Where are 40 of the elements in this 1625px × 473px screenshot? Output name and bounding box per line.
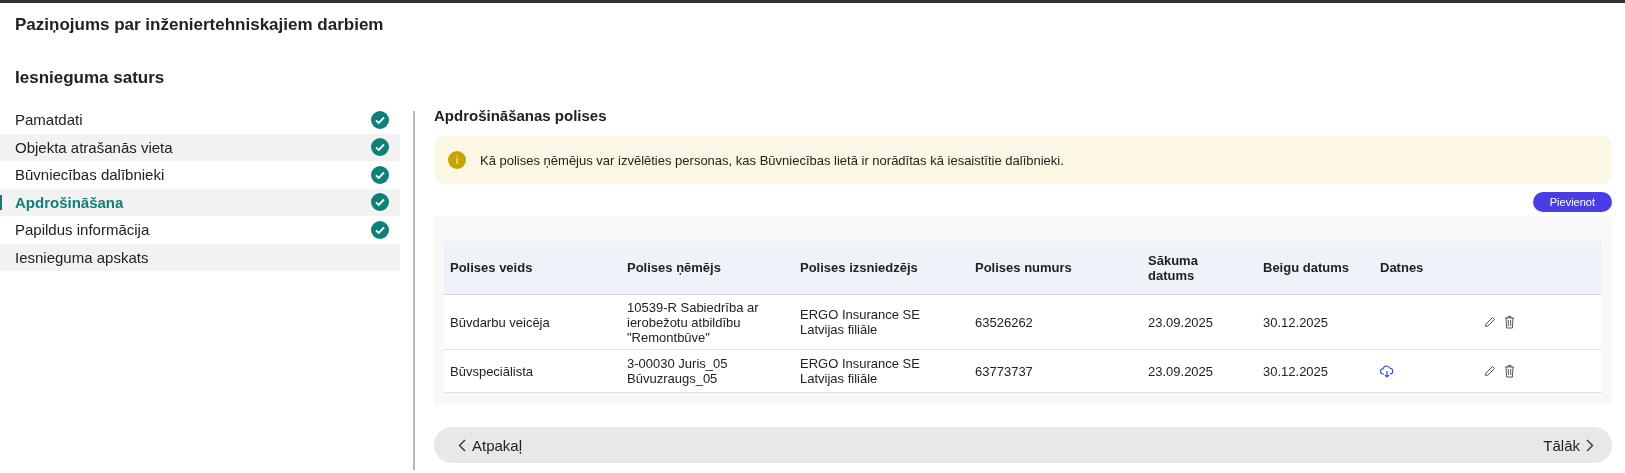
column-header: Beigu datums bbox=[1262, 260, 1350, 275]
sidebar-item[interactable]: Būvniecības dalībnieki bbox=[0, 161, 400, 189]
edit-icon[interactable] bbox=[1484, 365, 1496, 377]
table-cell-text: 63526262 bbox=[974, 314, 1034, 330]
edit-icon[interactable] bbox=[1484, 316, 1496, 328]
column-header: Sākuma datums bbox=[1147, 252, 1199, 283]
column-header: Datnes bbox=[1379, 260, 1425, 275]
table-cell-text: ERGO Insurance SE Latvijas filiāle bbox=[799, 356, 921, 386]
table-cell-text: Būvdarbu veicēja bbox=[449, 314, 551, 330]
column-header: Polises veids bbox=[449, 260, 534, 275]
sidebar-item[interactable]: Objekta atrašanās vieta bbox=[0, 133, 400, 161]
trash-icon[interactable] bbox=[1504, 315, 1515, 329]
table-cell-text: Būvspeciālista bbox=[449, 363, 535, 379]
column-header: Polises ņēmējs bbox=[626, 260, 722, 275]
sidebar-item[interactable]: Iesnieguma apskats bbox=[0, 243, 400, 271]
chevron-right-icon bbox=[1586, 438, 1594, 452]
table-cell-text: 63773737 bbox=[974, 363, 1034, 379]
info-icon: i bbox=[448, 151, 466, 169]
sidebar-item[interactable]: Apdrošināšana bbox=[0, 188, 400, 216]
add-button[interactable]: Pievienot bbox=[1532, 192, 1612, 212]
table-cell-text: 23.09.2025 bbox=[1147, 314, 1215, 330]
next-button[interactable]: Tālāk bbox=[1543, 436, 1594, 454]
table-cell-text: 3-00030 Juris_05 Būvuzraugs_05 bbox=[626, 356, 729, 386]
sidebar-item[interactable]: Pamatdati bbox=[0, 106, 400, 134]
page-title: Paziņojums par inženiertehniskajiem darbiem bbox=[15, 15, 384, 34]
table-cell-text: ERGO Insurance SE Latvijas filiāle bbox=[799, 307, 921, 337]
back-button[interactable]: Atpakaļ bbox=[458, 436, 523, 454]
table-cell-text: 10539-R Sabiedrība ar ierobežotu atbildību "Remontbūve" bbox=[626, 299, 760, 345]
table-cell-text: 30.12.2025 bbox=[1262, 363, 1330, 379]
column-header: Polises numurs bbox=[974, 260, 1073, 275]
notice-text: Kā polises ņēmējus var izvēlēties personas, kas Būvniecības lietā ir norādītas kā iesaistītie dalībnieki. bbox=[480, 152, 1064, 168]
section-title: Iesnieguma saturs bbox=[15, 68, 165, 87]
table-cell-text: 23.09.2025 bbox=[1147, 363, 1215, 379]
sidebar-item[interactable]: Papildus informācija bbox=[0, 216, 400, 244]
column-header: Polises izsniedzējs bbox=[799, 260, 919, 275]
trash-icon[interactable] bbox=[1504, 364, 1515, 378]
chevron-left-icon bbox=[458, 438, 466, 452]
table-cell-text: 30.12.2025 bbox=[1262, 314, 1330, 330]
cloud-download-icon[interactable] bbox=[1380, 364, 1394, 378]
panel-title: Apdrošināšanas polises bbox=[434, 107, 607, 124]
